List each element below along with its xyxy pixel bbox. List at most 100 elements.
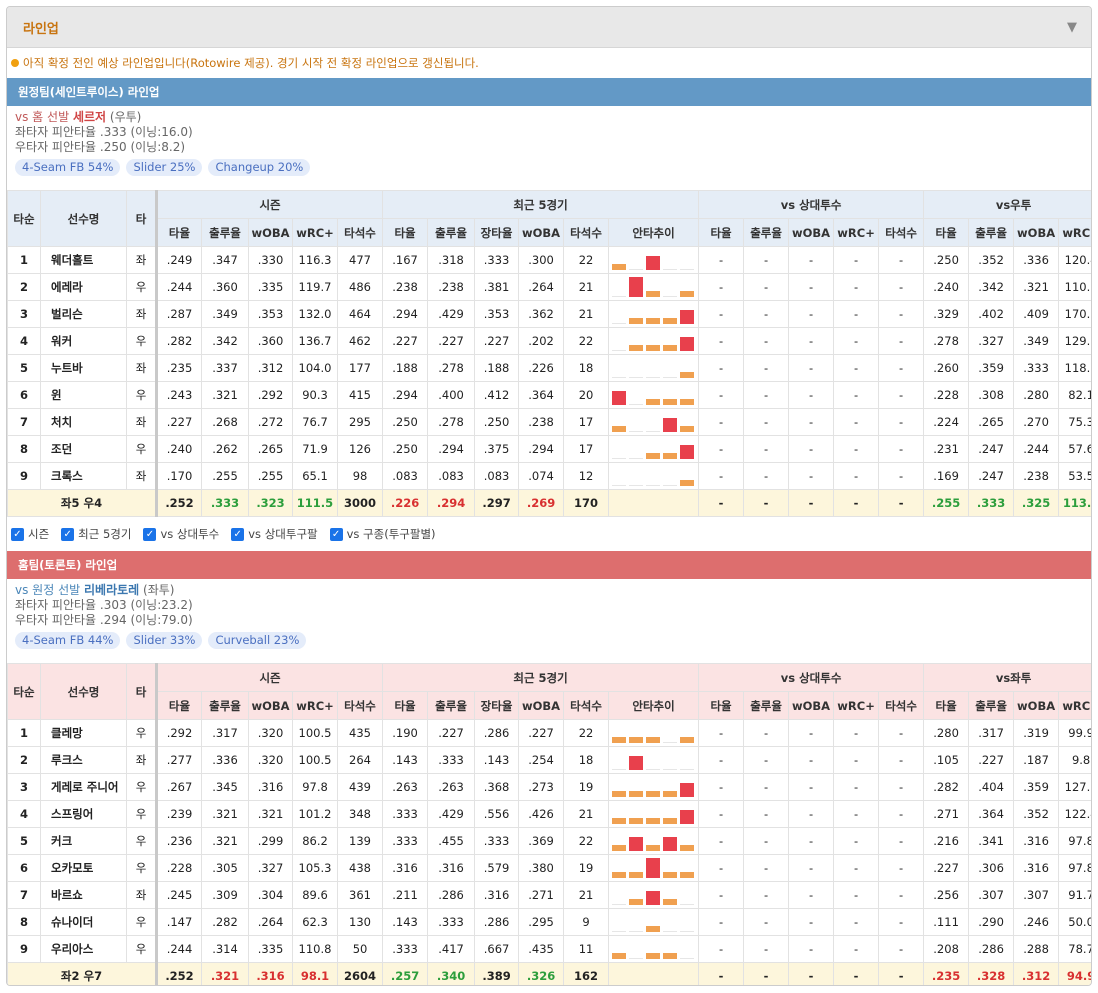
filter-checkbox[interactable]: ✓ vs 상대투구팔 bbox=[231, 526, 318, 542]
player-name[interactable]: 커크 bbox=[40, 827, 127, 855]
col-header[interactable]: 타석수 bbox=[878, 218, 925, 247]
col-header[interactable]: 타율 bbox=[923, 218, 970, 247]
col-header[interactable]: 타율 bbox=[155, 691, 202, 720]
col-header[interactable]: 타율 bbox=[698, 691, 745, 720]
col-header[interactable]: wOBA bbox=[1013, 218, 1060, 247]
player-name[interactable]: 누트바 bbox=[40, 354, 127, 382]
player-name[interactable]: 클레망 bbox=[40, 719, 127, 747]
home-lineup-table-wrap[interactable]: 타순 선수명 타 시즌 최근 5경기 vs 상대투수 vs좌투 타율 출루율 wOBA wRC+ 타석… bbox=[7, 663, 1091, 985]
chevron-down-icon[interactable]: ▼ bbox=[1067, 20, 1077, 35]
col-header[interactable]: 타석수 bbox=[563, 691, 610, 720]
filter-checkbox[interactable]: ✓ vs 상대투수 bbox=[143, 526, 219, 542]
group-vs-pitcher[interactable]: vs 상대투수 bbox=[698, 190, 925, 219]
col-header[interactable]: 타율 bbox=[698, 218, 745, 247]
col-order[interactable]: 타순 bbox=[7, 190, 41, 247]
away-pitcher-name[interactable]: 세르저 bbox=[73, 110, 106, 124]
checkbox-checked-icon[interactable]: ✓ bbox=[11, 527, 24, 541]
col-header[interactable]: 안타추이 bbox=[608, 218, 700, 247]
col-header[interactable]: wOBA bbox=[518, 218, 565, 247]
col-header[interactable]: 출루율 bbox=[968, 218, 1015, 247]
table-row[interactable]: 4 스프링어 우 .239.321.321 101.2 348.333.429.556.4… bbox=[7, 800, 1091, 828]
player-name[interactable]: 윈 bbox=[40, 381, 127, 409]
table-row[interactable]: 9 크록스 좌 .170.255.255 65.1 98.083.083.083.074 1… bbox=[7, 462, 1091, 490]
table-row[interactable]: 7 처치 좌 .227.268.272 76.7 295.250.278.250.238 1… bbox=[7, 408, 1091, 436]
table-row[interactable]: 3 벌리슨 좌 .287.349.353 132.0 464.294.429.353.36… bbox=[7, 300, 1091, 328]
player-name[interactable]: 벌리슨 bbox=[40, 300, 127, 328]
group-recent[interactable]: 최근 5경기 bbox=[382, 190, 700, 219]
table-row[interactable]: 5 누트바 좌 .235.337.312 104.0 177.188.278.188.22… bbox=[7, 354, 1091, 382]
col-header[interactable]: wOBA bbox=[788, 691, 835, 720]
player-name[interactable]: 스프링어 bbox=[40, 800, 127, 828]
player-name[interactable]: 바르쇼 bbox=[40, 881, 127, 909]
col-header[interactable]: wRC+ bbox=[292, 218, 338, 247]
col-header[interactable]: 타율 bbox=[382, 691, 429, 720]
col-header[interactable]: 타석수 bbox=[336, 218, 384, 247]
col-header[interactable]: 출루율 bbox=[427, 218, 476, 247]
table-row[interactable]: 5 커크 우 .236.321.299 86.2 139.333.455.333.369 2… bbox=[7, 827, 1091, 855]
col-header[interactable]: 타석수 bbox=[878, 691, 925, 720]
table-row[interactable]: 6 오카모토 우 .228.305.327 105.3 438.316.316.579.3… bbox=[7, 854, 1091, 882]
player-name[interactable]: 게레로 주니어 bbox=[40, 773, 127, 801]
group-recent[interactable]: 최근 5경기 bbox=[382, 663, 700, 692]
checkbox-checked-icon[interactable]: ✓ bbox=[61, 527, 75, 541]
table-row[interactable]: 8 조던 우 .240.262.265 71.9 126.250.294.375.294 1… bbox=[7, 435, 1091, 463]
table-row[interactable]: 9 우리아스 우 .244.314.335 110.8 50.333.417.667.43… bbox=[7, 935, 1091, 963]
group-split[interactable]: vs좌투 bbox=[923, 663, 1091, 692]
col-hand[interactable]: 타 bbox=[126, 663, 157, 720]
player-name[interactable]: 슈나이더 bbox=[40, 908, 127, 936]
table-row[interactable]: 7 바르쇼 좌 .245.309.304 89.6 361.211.286.316.271… bbox=[7, 881, 1091, 909]
col-header[interactable]: 출루율 bbox=[201, 691, 249, 720]
player-name[interactable]: 워커 bbox=[40, 327, 127, 355]
col-header[interactable]: wOBA bbox=[248, 218, 293, 247]
player-name[interactable]: 오카모토 bbox=[40, 854, 127, 882]
filter-checkbox[interactable]: ✓ vs 구종(투구팔별) bbox=[329, 526, 436, 542]
col-header[interactable]: wRC+ bbox=[1058, 691, 1091, 720]
checkbox-checked-icon[interactable]: ✓ bbox=[143, 527, 157, 541]
col-header[interactable]: 타율 bbox=[923, 691, 970, 720]
table-row[interactable]: 8 슈나이더 우 .147.282.264 62.3 130.143.333.286.29… bbox=[7, 908, 1091, 936]
col-header[interactable]: 안타추이 bbox=[608, 691, 700, 720]
filter-checkbox[interactable]: ✓ 시즌 bbox=[11, 526, 49, 542]
table-row[interactable]: 2 루크스 좌 .277.336.320 100.5 264.143.333.143.25… bbox=[7, 746, 1091, 774]
group-season[interactable]: 시즌 bbox=[154, 663, 384, 692]
filter-checkbox[interactable]: ✓ 최근 5경기 bbox=[61, 526, 131, 542]
table-row[interactable]: 3 게레로 주니어 우 .267.345.316 97.8 439.263.263.368… bbox=[7, 773, 1091, 801]
table-row[interactable]: 6 윈 우 .243.321.292 90.3 415.294.400.412.364 20… bbox=[7, 381, 1091, 409]
col-header[interactable]: 장타율 bbox=[474, 218, 520, 247]
col-header[interactable]: wOBA bbox=[788, 218, 835, 247]
col-header[interactable]: 타율 bbox=[155, 218, 202, 247]
col-header[interactable]: wRC+ bbox=[292, 691, 338, 720]
col-header[interactable]: 타율 bbox=[382, 218, 429, 247]
player-name[interactable]: 처치 bbox=[40, 408, 127, 436]
checkbox-checked-icon[interactable]: ✓ bbox=[231, 527, 245, 541]
group-season[interactable]: 시즌 bbox=[154, 190, 384, 219]
col-header[interactable]: wOBA bbox=[248, 691, 293, 720]
col-header[interactable]: wOBA bbox=[518, 691, 565, 720]
group-split[interactable]: vs우투 bbox=[923, 190, 1091, 219]
player-name[interactable]: 웨더홀트 bbox=[40, 246, 127, 274]
col-header[interactable]: 출루율 bbox=[743, 218, 790, 247]
player-name[interactable]: 조던 bbox=[40, 435, 127, 463]
col-header[interactable]: 출루율 bbox=[427, 691, 476, 720]
table-row[interactable]: 2 에레라 우 .244.360.335 119.7 486.238.238.381.26… bbox=[7, 273, 1091, 301]
col-header[interactable]: 타석수 bbox=[336, 691, 384, 720]
col-header[interactable]: 장타율 bbox=[474, 691, 520, 720]
table-row[interactable]: 1 클레망 우 .292.317.320 100.5 435.190.227.286.22… bbox=[7, 719, 1091, 747]
col-name[interactable]: 선수명 bbox=[40, 663, 127, 720]
col-header[interactable]: 출루율 bbox=[743, 691, 790, 720]
checkbox-checked-icon[interactable]: ✓ bbox=[329, 527, 343, 541]
table-row[interactable]: 4 워커 우 .282.342.360 136.7 462.227.227.227.202… bbox=[7, 327, 1091, 355]
col-header[interactable]: 출루율 bbox=[201, 218, 249, 247]
player-name[interactable]: 우리아스 bbox=[40, 935, 127, 963]
col-order[interactable]: 타순 bbox=[7, 663, 41, 720]
lineup-header[interactable]: 라인업 ▼ bbox=[7, 7, 1091, 48]
group-vs-pitcher[interactable]: vs 상대투수 bbox=[698, 663, 925, 692]
away-lineup-table-wrap[interactable]: 타순 선수명 타 시즌 최근 5경기 vs 상대투수 vs우투 타율 출루율 wOBA wRC+ 타석… bbox=[7, 190, 1091, 517]
col-header[interactable]: wRC+ bbox=[1058, 218, 1091, 247]
col-header[interactable]: 타석수 bbox=[563, 218, 610, 247]
table-row[interactable]: 1 웨더홀트 좌 .249.347.330 116.3 477.167.318.333.3… bbox=[7, 246, 1091, 274]
player-name[interactable]: 루크스 bbox=[40, 746, 127, 774]
col-hand[interactable]: 타 bbox=[126, 190, 157, 247]
player-name[interactable]: 크록스 bbox=[40, 462, 127, 490]
col-header[interactable]: 출루율 bbox=[968, 691, 1015, 720]
